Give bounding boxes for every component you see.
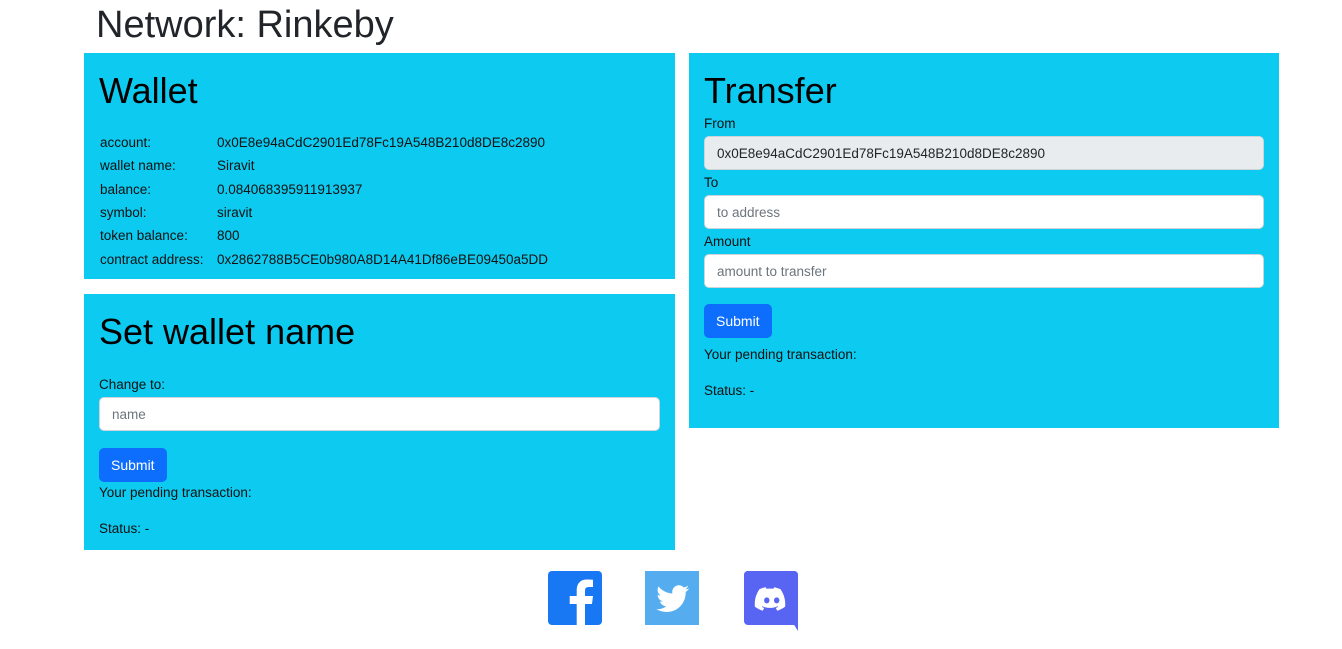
transfer-card: Transfer From To Amount Submit Your pend…	[689, 53, 1279, 428]
facebook-icon[interactable]	[548, 571, 602, 625]
set-name-heading: Set wallet name	[99, 311, 356, 352]
amount-input[interactable]	[704, 254, 1264, 288]
twitter-icon[interactable]	[645, 571, 699, 625]
discord-icon[interactable]	[744, 571, 798, 631]
wallet-row-account: account: 0x0E8e94aCdC2901Ed78Fc19A548B21…	[99, 131, 548, 154]
wallet-value: 0x2862788B5CE0b980A8D14A41Df86eBE09450a5…	[217, 251, 549, 267]
wallet-value: 0x0E8e94aCdC2901Ed78Fc19A548B210d8DE8c28…	[217, 135, 546, 151]
wallet-heading: Wallet	[99, 70, 198, 111]
network-title: Network: Rinkeby	[96, 4, 394, 46]
transfer-submit-button[interactable]: Submit	[704, 304, 772, 338]
wallet-value: 0.084068395911913937	[217, 181, 363, 197]
transfer-heading: Transfer	[704, 70, 837, 111]
set-wallet-name-card: Set wallet name Change to: Submit Your p…	[84, 294, 675, 550]
status-text: Status: -	[99, 521, 150, 536]
pending-transaction-text: Your pending transaction:	[704, 347, 857, 362]
wallet-row-token-balance: token balance: 800	[99, 224, 548, 247]
amount-label: Amount	[704, 234, 751, 249]
wallet-value: 800	[217, 228, 240, 244]
from-address-field	[704, 136, 1264, 170]
pending-transaction-text: Your pending transaction:	[99, 485, 252, 500]
wallet-row-balance: balance: 0.084068395911913937	[99, 178, 548, 201]
wallet-key: account:	[100, 135, 152, 151]
to-label: To	[704, 175, 719, 190]
wallet-key: contract address:	[100, 251, 204, 267]
wallet-row-name: wallet name: Siravit	[99, 154, 548, 177]
change-to-label: Change to:	[99, 377, 166, 392]
wallet-info-table: account: 0x0E8e94aCdC2901Ed78Fc19A548B21…	[99, 131, 548, 271]
wallet-key: wallet name:	[100, 158, 176, 174]
wallet-card: Wallet account: 0x0E8e94aCdC2901Ed78Fc19…	[84, 53, 675, 279]
wallet-key: token balance:	[100, 228, 188, 244]
wallet-key: balance:	[100, 181, 152, 197]
wallet-row-symbol: symbol: siravit	[99, 201, 548, 224]
to-address-input[interactable]	[704, 195, 1264, 229]
wallet-key: symbol:	[100, 205, 147, 221]
wallet-value: Siravit	[217, 158, 255, 174]
wallet-name-input[interactable]	[99, 397, 660, 431]
from-label: From	[704, 116, 736, 131]
wallet-row-contract-address: contract address: 0x2862788B5CE0b980A8D1…	[99, 247, 548, 270]
set-name-submit-button[interactable]: Submit	[99, 448, 167, 482]
status-text: Status: -	[704, 383, 755, 398]
wallet-value: siravit	[217, 205, 253, 221]
